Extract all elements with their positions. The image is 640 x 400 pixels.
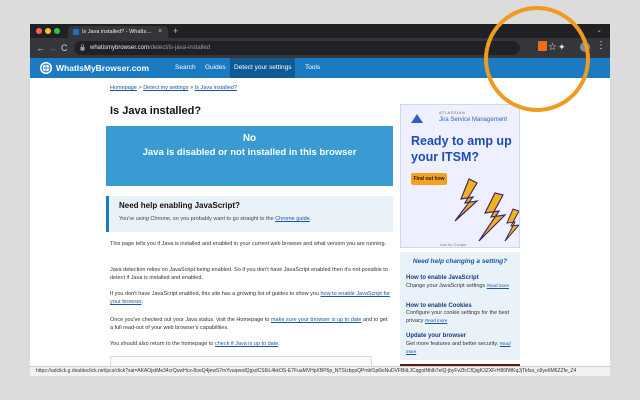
sidebar-item-update[interactable]: Update your browser Get more features an… [406, 332, 516, 356]
breadcrumb-home[interactable]: Homepage [110, 85, 137, 91]
page-title: Is Java installed? [110, 105, 202, 117]
logo-globe-icon[interactable] [40, 62, 52, 74]
sidebar-item-title[interactable]: Update your browser [406, 332, 516, 340]
highlight-circle [484, 6, 590, 112]
tab-search-icon[interactable]: ⌄ [596, 24, 602, 38]
minimize-window-button[interactable] [45, 28, 51, 34]
settings-help-title: Need help changing a setting? [412, 258, 508, 265]
sidebar-item-title[interactable]: How to enable JavaScript [406, 274, 516, 282]
close-window-button[interactable] [36, 28, 42, 34]
nav-detect-settings[interactable]: Detect your settings [230, 58, 296, 78]
tab-title: Is Java installed? - WhatIsMyBr... [82, 29, 154, 35]
ad-headline: Ready to amp up your ITSM? [411, 134, 512, 164]
javascript-help-title: Need help enabling JavaScript? [119, 201, 240, 210]
tab-close-icon[interactable]: × [158, 26, 162, 37]
para5-end: . [278, 341, 280, 347]
java-up-to-date-link[interactable]: check if Java is up to date [215, 341, 278, 347]
ads-by-google-label: Ads by Google [440, 242, 467, 247]
java-status-message: Java is disabled or not installed in thi… [142, 147, 357, 158]
settings-help-box: Need help changing a setting? How to ena… [400, 252, 520, 360]
url-text: whatismybrowser.com/detect/is-java-insta… [90, 41, 210, 55]
javascript-help-text: You're using Chrome, so you probably wan… [119, 215, 311, 224]
breadcrumb-detect[interactable]: Detect my settings [143, 85, 188, 91]
read-more-link[interactable]: Read more [425, 318, 447, 323]
sidebar-item-desc: Get more features and better security. R… [406, 341, 511, 354]
address-bar[interactable]: whatismybrowser.com/detect/is-java-insta… [74, 41, 557, 55]
sidebar-ad[interactable]: ATLASSIAN Jira Service Management Ready … [400, 104, 520, 248]
para3-end: . [141, 299, 144, 305]
nav-search[interactable]: Search [171, 58, 200, 78]
back-button[interactable]: ← [36, 41, 45, 55]
java-status-heading: No [242, 133, 257, 144]
lock-icon [80, 44, 85, 51]
detection-paragraph: Java detection relies on JavaScript bein… [110, 267, 388, 281]
chrome-guide-link[interactable]: Chrome guide [275, 216, 310, 222]
homepage-paragraph: Once you've checked out your Java status… [110, 316, 392, 332]
up-to-date-link[interactable]: make sure your browser is up to date [271, 317, 362, 323]
sidebar-item-cookies[interactable]: How to enable Cookies Configure your coo… [406, 302, 516, 325]
javascript-help-box: Need help enabling JavaScript? You're us… [106, 196, 393, 232]
site-logo[interactable]: WhatIsMyBrowser.com [56, 58, 149, 78]
reload-button[interactable]: C [61, 41, 68, 55]
atlassian-logo-icon [411, 114, 423, 123]
java-status-banner: No Java is disabled or not installed in … [106, 126, 393, 186]
java-update-paragraph: You should also return to the homepage t… [110, 340, 392, 348]
url-path: /detect/is-java-installed [149, 45, 211, 51]
lightning-graphic-icon [454, 178, 519, 242]
para4-text: Once you've checked out your Java status… [110, 317, 271, 323]
para3-text: If you don't have JavaScript enabled, th… [110, 291, 321, 297]
status-bar: https://adclick.g.doubleclick.net/pcs/cl… [30, 366, 610, 376]
sidebar-item-title[interactable]: How to enable Cookies [406, 302, 516, 310]
para5-text: You should also return to the homepage t… [110, 341, 215, 347]
browser-tab[interactable]: Is Java installed? - WhatIsMyBr... × [68, 26, 168, 38]
intro-paragraph: This page tells you if Java is installed… [110, 241, 387, 247]
browser-menu-icon[interactable]: ⋮ [596, 39, 606, 53]
guides-paragraph: If you don't have JavaScript enabled, th… [110, 290, 392, 306]
sidebar-item-desc: Change your JavaScript settings Read mor… [406, 283, 509, 289]
help-text-end: . [309, 216, 312, 222]
status-url: https://adclick.g.doubleclick.net/pcs/cl… [36, 368, 577, 374]
nav-tools[interactable]: Tools [301, 58, 324, 78]
read-more-link[interactable]: Read more [487, 283, 509, 288]
sidebar-item-desc: Configure your cookie settings for the b… [406, 310, 510, 324]
favicon-icon [73, 29, 79, 35]
ad-brand: Jira Service Management [439, 117, 508, 123]
breadcrumb: Homepage > Detect my settings > Is Java … [110, 84, 237, 92]
nav-guides[interactable]: Guides [201, 58, 230, 78]
forward-button[interactable]: → [48, 41, 57, 55]
maximize-window-button[interactable] [54, 28, 60, 34]
sidebar-item-javascript[interactable]: How to enable JavaScript Change your Jav… [406, 274, 516, 290]
url-host: whatismybrowser.com [90, 45, 150, 51]
new-tab-button[interactable]: + [173, 25, 178, 37]
help-text: You're using Chrome, so you probably wan… [119, 216, 276, 222]
breadcrumb-current[interactable]: Is Java installed? [195, 85, 237, 91]
